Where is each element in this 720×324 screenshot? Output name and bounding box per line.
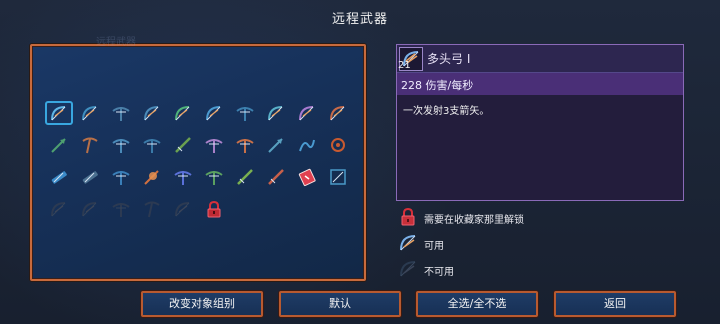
bow-weapon-slot[interactable]: [77, 198, 103, 220]
arrow-weapon-slot[interactable]: [263, 134, 289, 156]
bow-icon: [175, 202, 190, 217]
bow-weapon-slot[interactable]: [139, 102, 165, 124]
launcher-weapon-slot[interactable]: [77, 166, 103, 188]
bow-icon: [51, 106, 66, 121]
window-title: 远程武器: [331, 12, 388, 27]
launcher-weapon-slot[interactable]: [46, 166, 72, 188]
crossbow-icon: [205, 171, 223, 185]
bow-icon: [398, 233, 418, 253]
crossbow-icon: [112, 107, 130, 121]
crossbow-weapon-slot[interactable]: [201, 134, 227, 156]
crossbow-weapon-slot[interactable]: [232, 134, 258, 156]
spear-weapon-slot[interactable]: [170, 134, 196, 156]
ring-weapon-slot[interactable]: [325, 134, 351, 156]
legend-available-label: 可用: [424, 241, 444, 252]
weapon-name: 多头弓 I: [427, 52, 471, 66]
weapon-description: 一次发射3支箭矢。: [403, 106, 490, 117]
bow-weapon-slot[interactable]: [46, 198, 72, 220]
bow-icon: [175, 106, 190, 121]
dps-row: 228 伤害/每秒: [397, 73, 683, 95]
bow-weapon-slot[interactable]: [294, 102, 320, 124]
bow-weapon-slot[interactable]: [77, 102, 103, 124]
spear-icon: [175, 137, 191, 153]
legend-unavailable-label: 不可用: [424, 267, 454, 278]
bow-icon: [206, 106, 221, 121]
bow-weapon-slot[interactable]: [170, 102, 196, 124]
crossbow-weapon-slot[interactable]: [232, 102, 258, 124]
lock-icon: [398, 207, 418, 227]
crossbow-icon: [143, 139, 161, 153]
crossbow-weapon-slot[interactable]: [170, 166, 196, 188]
sword-icon: [268, 169, 284, 185]
dps-value: 228 伤害/每秒: [401, 79, 474, 92]
weapon-grid: [45, 101, 356, 222]
legend-locked-label: 需要在收藏家那里解锁: [424, 215, 524, 226]
staff-weapon-slot[interactable]: [232, 166, 258, 188]
frame-icon: [330, 169, 346, 185]
whip-icon: [299, 139, 315, 152]
crossbow-icon: [205, 139, 223, 153]
crossbow-icon: [112, 139, 130, 153]
card-icon: [298, 168, 316, 187]
sword-weapon-slot[interactable]: [263, 166, 289, 188]
fire-icon: [144, 170, 159, 185]
card-weapon-slot[interactable]: [294, 166, 320, 188]
weapon-count: 21: [398, 60, 411, 71]
pickaxe-weapon-slot[interactable]: [139, 198, 165, 220]
pickaxe-weapon-slot[interactable]: [77, 134, 103, 156]
legend-unavailable: 不可用: [398, 259, 498, 279]
launcher-icon: [82, 171, 98, 184]
bow-icon: [144, 106, 159, 121]
bow-icon: [330, 106, 345, 121]
bow-weapon-slot[interactable]: [201, 102, 227, 124]
bolt-icon: [51, 138, 66, 153]
staff-icon: [237, 169, 253, 185]
detail-header: 多头弓 I: [397, 45, 683, 73]
ring-icon: [331, 138, 345, 152]
grid-ghost-label: 远程武器: [96, 37, 136, 48]
launcher-icon: [51, 171, 67, 184]
crossbow-icon: [112, 171, 130, 185]
bow-icon: [299, 106, 314, 121]
crossbow-weapon-slot[interactable]: [108, 166, 134, 188]
bow-icon: [268, 106, 283, 121]
crossbow-weapon-slot[interactable]: [108, 198, 134, 220]
crossbow-weapon-slot[interactable]: [108, 102, 134, 124]
pickaxe-icon: [144, 201, 160, 218]
lock-icon: [207, 200, 221, 218]
crossbow-icon: [236, 107, 254, 121]
legend-locked: 需要在收藏家那里解锁: [398, 207, 558, 227]
bow-weapon-slot[interactable]: [263, 102, 289, 124]
fire-weapon-slot[interactable]: [139, 166, 165, 188]
lock-weapon-slot[interactable]: [201, 198, 227, 220]
bow-weapon-slot[interactable]: [45, 101, 73, 125]
pickaxe-icon: [82, 137, 98, 154]
toggle-all-button[interactable]: 全选/全不选: [416, 291, 538, 317]
bolt-weapon-slot[interactable]: [46, 134, 72, 156]
legend-available: 可用: [398, 233, 498, 253]
bow-icon: [82, 202, 97, 217]
whip-weapon-slot[interactable]: [294, 134, 320, 156]
crossbow-icon: [174, 171, 192, 185]
bow-icon: [82, 106, 97, 121]
back-button[interactable]: 返回: [554, 291, 676, 317]
change-group-button[interactable]: 改变对象组别: [141, 291, 263, 317]
bow-icon: [51, 202, 66, 217]
default-button[interactable]: 默认: [279, 291, 401, 317]
bow-dim-icon: [398, 259, 418, 279]
arrow-icon: [268, 138, 283, 153]
crossbow-weapon-slot[interactable]: [108, 134, 134, 156]
frame-weapon-slot[interactable]: [325, 166, 351, 188]
crossbow-weapon-slot[interactable]: [139, 134, 165, 156]
weapon-detail-panel: 多头弓 I 228 伤害/每秒 一次发射3支箭矢。: [396, 44, 684, 201]
crossbow-icon: [112, 203, 130, 217]
bow-weapon-slot[interactable]: [170, 198, 196, 220]
crossbow-icon: [236, 139, 254, 153]
bow-weapon-slot[interactable]: [325, 102, 351, 124]
crossbow-weapon-slot[interactable]: [201, 166, 227, 188]
